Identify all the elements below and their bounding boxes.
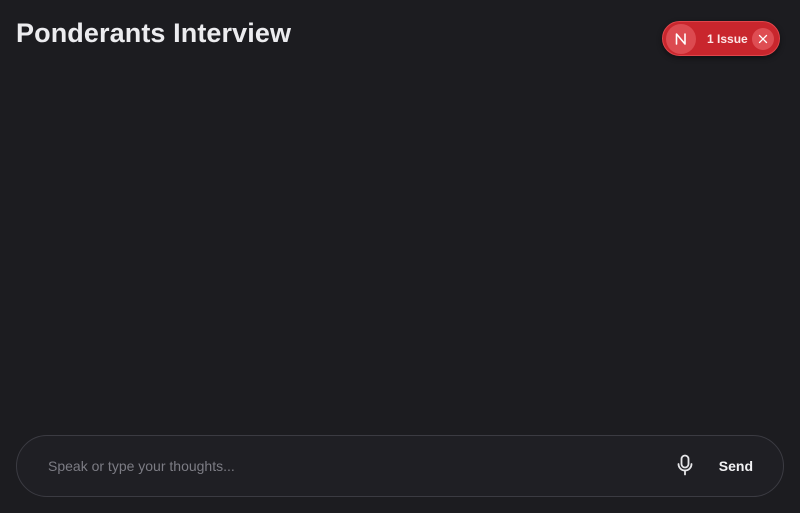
issue-count-label[interactable]: 1 Issue xyxy=(707,32,748,46)
nextjs-logo-icon[interactable] xyxy=(666,23,696,54)
page-title: Ponderants Interview xyxy=(16,18,292,48)
microphone-button[interactable] xyxy=(667,448,703,484)
close-icon[interactable] xyxy=(751,27,774,50)
interview-page: Ponderants Interview 1 Issue Send xyxy=(0,0,800,513)
message-input[interactable] xyxy=(46,445,667,487)
send-button[interactable]: Send xyxy=(719,458,753,474)
dev-issues-badge[interactable]: 1 Issue xyxy=(662,21,780,56)
microphone-icon xyxy=(675,454,695,479)
message-composer: Send xyxy=(16,435,784,497)
